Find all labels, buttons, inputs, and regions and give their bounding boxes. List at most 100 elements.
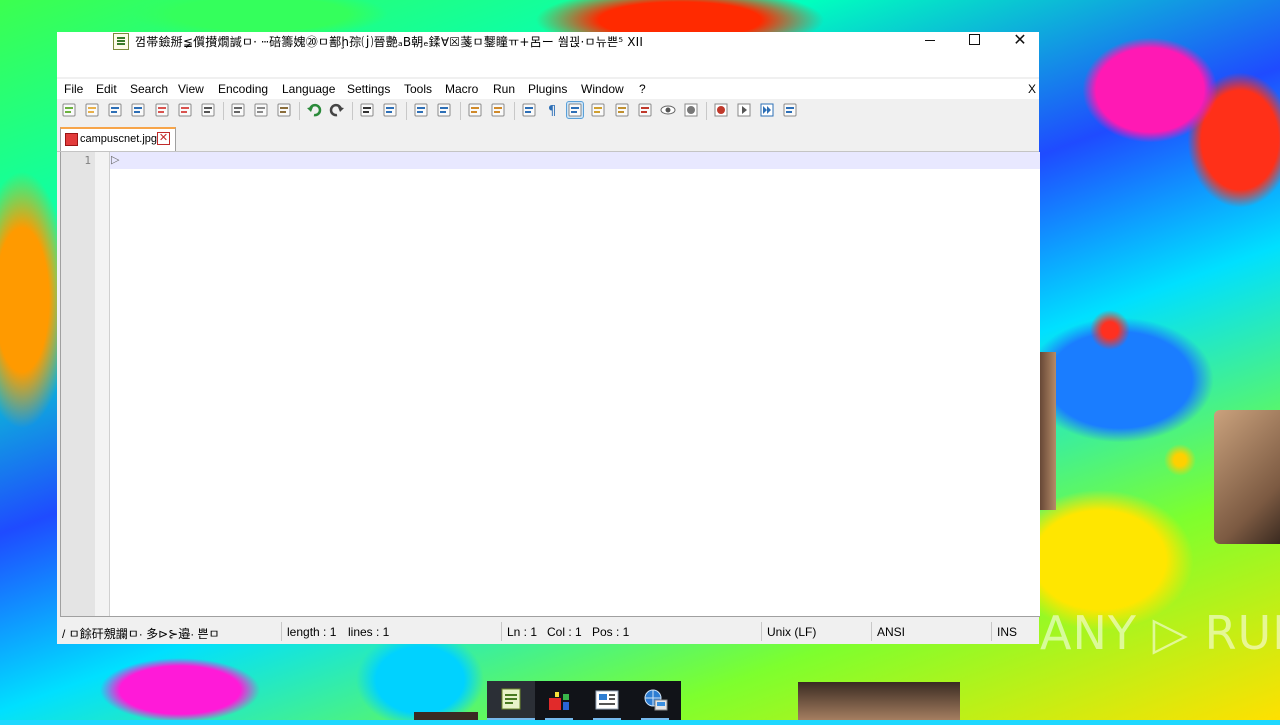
notepad-plus-plus-icon: [501, 688, 521, 710]
stop-record-button[interactable]: [713, 102, 729, 118]
tab-close-button[interactable]: ✕: [157, 132, 170, 145]
save-button[interactable]: [107, 102, 123, 118]
close-all-button[interactable]: [177, 102, 193, 118]
editor-area[interactable]: 1 ▷: [60, 152, 1040, 617]
folder-workspace-button[interactable]: [637, 102, 653, 118]
menu-run[interactable]: Run: [493, 82, 515, 96]
maximize-button[interactable]: [951, 32, 997, 49]
menu-window[interactable]: Window: [581, 82, 624, 96]
zoom-out-icon: [437, 103, 451, 117]
new-file-button[interactable]: [61, 102, 77, 118]
function-list-button[interactable]: [614, 102, 630, 118]
toolbar-separator: [299, 102, 300, 120]
stop-record-icon: [714, 103, 728, 117]
open-file-button[interactable]: [84, 102, 100, 118]
toolbar-separator: [706, 102, 707, 120]
sync-vertical-icon: [468, 103, 482, 117]
undo-icon: [307, 103, 322, 117]
show-all-chars-button[interactable]: ¶: [544, 102, 560, 119]
status-lines: lines : 1: [348, 625, 390, 639]
save-icon: [108, 103, 122, 117]
new-file-icon: [62, 103, 76, 117]
minimize-button[interactable]: [907, 32, 953, 49]
save-macro-button[interactable]: [782, 102, 798, 118]
word-wrap-button[interactable]: [521, 102, 537, 118]
close-document-button[interactable]: X: [1028, 82, 1036, 96]
status-eol: Unix (LF): [767, 625, 817, 639]
app-colored-blocks-icon: [549, 692, 569, 710]
menu-settings[interactable]: Settings: [347, 82, 390, 96]
zoom-in-button[interactable]: [413, 102, 429, 118]
monitoring-button[interactable]: [660, 102, 676, 118]
unsaved-file-icon: [65, 133, 78, 146]
taskbar-network-app[interactable]: [631, 681, 679, 720]
minimize-icon: [925, 40, 935, 41]
close-icon: [155, 103, 169, 117]
paste-icon: [277, 103, 291, 117]
menu-edit[interactable]: Edit: [96, 82, 117, 96]
document-map-button[interactable]: [590, 102, 606, 118]
taskbar-app[interactable]: [535, 681, 583, 720]
status-divider: [991, 622, 992, 641]
folder-workspace-icon: [638, 103, 652, 117]
menu-file[interactable]: File: [64, 82, 83, 96]
editor-content[interactable]: ▷: [111, 153, 119, 166]
menu-encoding[interactable]: Encoding: [218, 82, 268, 96]
status-divider: [501, 622, 502, 641]
indent-guide-button[interactable]: [566, 101, 584, 119]
taskbar-wordpad[interactable]: [583, 681, 631, 720]
close-all-icon: [178, 103, 192, 117]
menu-plugins[interactable]: Plugins: [528, 82, 567, 96]
redo-icon: [329, 103, 344, 117]
replace-button[interactable]: [382, 102, 398, 118]
status-col: Col : 1: [547, 625, 582, 639]
cut-icon: [231, 103, 245, 117]
menu-help[interactable]: ?: [639, 82, 646, 96]
record-macro-button[interactable]: [683, 102, 699, 118]
menu-view[interactable]: View: [178, 82, 204, 96]
redo-button[interactable]: [329, 102, 345, 118]
toolbar: ¶: [57, 99, 1039, 123]
sync-horizontal-button[interactable]: [490, 102, 506, 118]
find-button[interactable]: [359, 102, 375, 118]
sync-vertical-button[interactable]: [467, 102, 483, 118]
menu-tools[interactable]: Tools: [404, 82, 432, 96]
zoom-out-button[interactable]: [436, 102, 452, 118]
anyrun-watermark: ANY ▷ RUN: [1040, 606, 1280, 660]
status-ln: Ln : 1: [507, 625, 538, 639]
menu-language[interactable]: Language: [282, 82, 335, 96]
current-line-highlight: [110, 152, 1040, 169]
undo-button[interactable]: [306, 102, 322, 118]
cut-button[interactable]: [230, 102, 246, 118]
print-button[interactable]: [200, 102, 216, 118]
run-macro-multiple-button[interactable]: [759, 102, 775, 118]
save-all-button[interactable]: [130, 102, 146, 118]
menu-bar: File Edit Search View Encoding Language …: [57, 79, 1039, 99]
copy-icon: [254, 103, 268, 117]
taskbar-notepad-plus-plus[interactable]: [487, 681, 535, 720]
maximize-icon: [968, 34, 980, 45]
title-bar[interactable]: 껌帯鐱掰≨儨攅燗諴ㅁ· ⵈ碚籌媿⑳ㅁ鄯ḩ孮⒥晉艷ₐB朝ₑ鍒∀☒菚ㅁ鑋瞳ㅠ+呂ー …: [57, 32, 1039, 77]
fold-margin[interactable]: [95, 152, 110, 616]
menu-search[interactable]: Search: [130, 82, 168, 96]
desktop-photo-fragment: [1038, 352, 1056, 510]
copy-button[interactable]: [253, 102, 269, 118]
tab-bar: campuscnet.jpg ✕: [57, 123, 1039, 152]
status-file-type: / ㅁ餘矸覫讕ㅁ· 多⊳⊱邉· 쁜ㅁ: [62, 627, 220, 641]
play-macro-button[interactable]: [736, 102, 752, 118]
svg-text:¶: ¶: [548, 104, 556, 118]
paste-button[interactable]: [276, 102, 292, 118]
notepad-plus-plus-window: 껌帯鐱掰≨儨攅燗諴ㅁ· ⵈ碚籌媿⑳ㅁ鄯ḩ孮⒥晉艷ₐB朝ₑ鍒∀☒菚ㅁ鑋瞳ㅠ+呂ー …: [57, 32, 1040, 644]
desktop-photo-fragment: [798, 682, 960, 720]
save-macro-icon: [783, 103, 797, 117]
close-button[interactable]: ✕: [997, 32, 1043, 49]
show-all-chars-icon: ¶: [548, 104, 556, 119]
document-map-icon: [591, 103, 605, 117]
close-button[interactable]: [154, 102, 170, 118]
menu-macro[interactable]: Macro: [445, 82, 478, 96]
desktop-photo-fragment: [1214, 410, 1280, 544]
status-encoding: ANSI: [877, 625, 906, 639]
tab-campuscnet[interactable]: campuscnet.jpg ✕: [60, 127, 176, 151]
open-file-icon: [85, 103, 99, 117]
replace-icon: [383, 103, 397, 117]
